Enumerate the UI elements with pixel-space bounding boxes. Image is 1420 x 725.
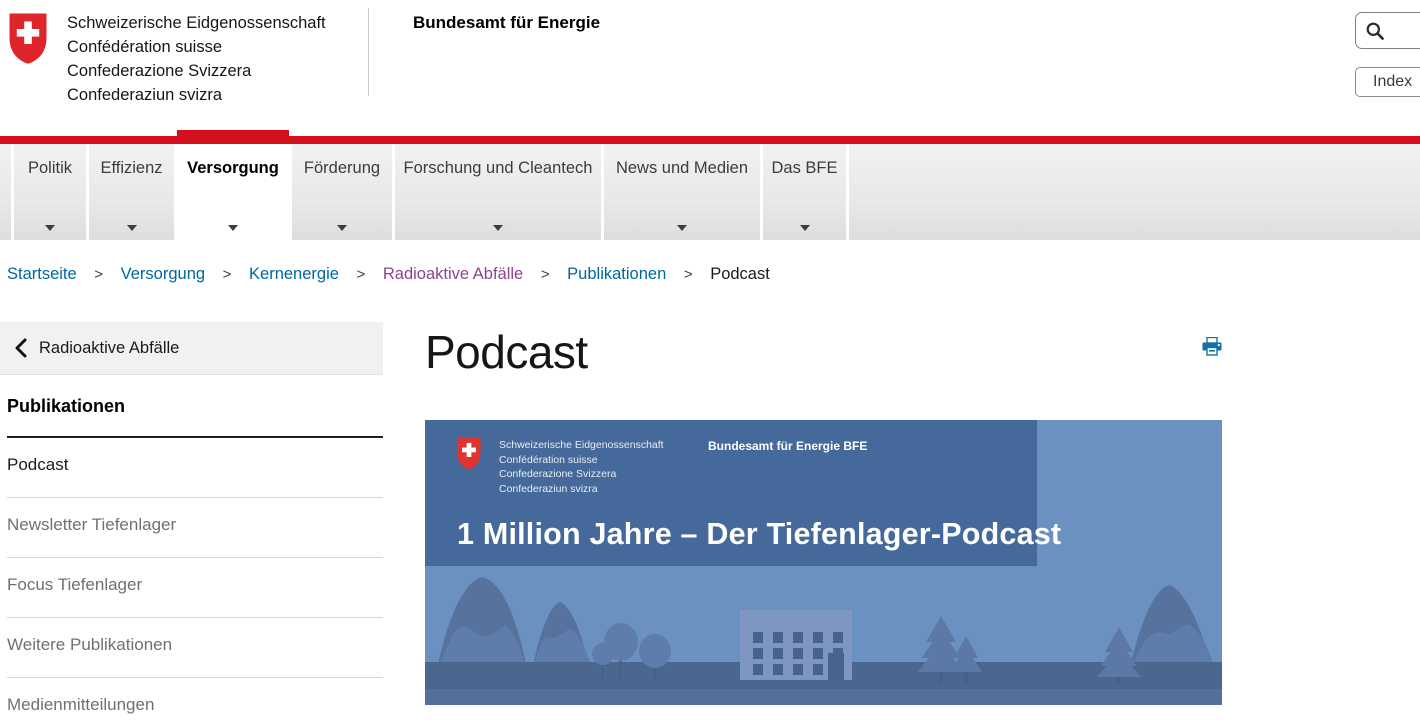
tab-forschung-und-cleantech[interactable]: Forschung und Cleantech xyxy=(395,144,601,240)
breadcrumb-separator: > xyxy=(357,266,366,283)
tab-politik[interactable]: Politik xyxy=(14,144,86,240)
banner-language-line: Schweizerische Eidgenossenschaft xyxy=(499,438,664,453)
tab-foerderung[interactable]: Förderung xyxy=(292,144,392,240)
site-title: Bundesamt für Energie xyxy=(413,13,600,33)
nav-edge xyxy=(0,144,11,240)
banner-office-name: Bundesamt für Energie BFE xyxy=(708,439,867,453)
sidebar-section-title: Publikationen xyxy=(7,396,383,438)
sidebar-item-weitere-publikationen[interactable]: Weitere Publikationen xyxy=(7,618,383,678)
print-icon[interactable] xyxy=(1202,337,1222,356)
tab-effizienz[interactable]: Effizienz xyxy=(89,144,174,240)
sidebar-item-newsletter-tiefenlager[interactable]: Newsletter Tiefenlager xyxy=(7,498,383,558)
federal-language-line: Confederazione Svizzera xyxy=(67,59,326,83)
chevron-down-icon xyxy=(493,225,503,231)
chevron-down-icon xyxy=(45,225,55,231)
banner-language-line: Confédération suisse xyxy=(499,453,664,468)
breadcrumb-separator: > xyxy=(94,266,103,283)
federal-languages: Schweizerische Eidgenossenschaft Confédé… xyxy=(67,11,326,107)
breadcrumb-separator: > xyxy=(223,266,232,283)
sidebar-back-link[interactable]: Radioaktive Abfälle xyxy=(0,322,383,375)
federal-language-line: Confédération suisse xyxy=(67,35,326,59)
sidebar-back-label: Radioaktive Abfälle xyxy=(39,339,179,358)
breadcrumb-separator: > xyxy=(541,266,550,283)
index-button[interactable]: Index xyxy=(1355,67,1420,97)
banner-federal-brand: Schweizerische Eidgenossenschaft Confédé… xyxy=(456,437,664,496)
breadcrumb-publikationen[interactable]: Publikationen xyxy=(567,265,666,283)
podcast-banner[interactable]: Schweizerische Eidgenossenschaft Confédé… xyxy=(425,420,1222,705)
page: Schweizerische Eidgenossenschaft Confédé… xyxy=(0,0,1420,725)
swiss-coat-of-arms-small xyxy=(456,437,482,470)
main-nav: Politik Effizienz Versorgung Förderung F… xyxy=(0,144,1420,240)
search-icon xyxy=(1365,21,1385,41)
federal-language-line: Schweizerische Eidgenossenschaft xyxy=(67,11,326,35)
chevron-left-icon xyxy=(14,338,27,358)
banner-language-line: Confederazione Svizzera xyxy=(499,467,664,482)
sidebar-item-focus-tiefenlager[interactable]: Focus Tiefenlager xyxy=(7,558,383,618)
banner-language-line: Confederaziun svizra xyxy=(499,482,664,497)
content: Radioaktive Abfälle Publikationen Podcas… xyxy=(0,322,1420,725)
header-divider xyxy=(368,8,369,96)
chevron-down-icon xyxy=(127,225,137,231)
tab-news-und-medien[interactable]: News und Medien xyxy=(604,144,760,240)
sidebar-item-medienmitteilungen[interactable]: Medienmitteilungen xyxy=(7,678,383,725)
breadcrumb-separator: > xyxy=(684,266,693,283)
page-title: Podcast xyxy=(425,328,1222,376)
chevron-down-icon xyxy=(677,225,687,231)
swiss-coat-of-arms xyxy=(8,12,48,70)
search-box[interactable] xyxy=(1355,12,1420,49)
breadcrumb-startseite[interactable]: Startseite xyxy=(7,265,77,283)
chevron-down-icon xyxy=(337,225,347,231)
site-header: Schweizerische Eidgenossenschaft Confédé… xyxy=(0,0,1420,136)
chevron-down-icon xyxy=(228,225,238,231)
federal-language-line: Confederaziun svizra xyxy=(67,83,326,107)
main-content: Podcast xyxy=(425,322,1222,725)
breadcrumb: Startseite > Versorgung > Kernenergie > … xyxy=(0,240,1420,284)
breadcrumb-current-podcast: Podcast xyxy=(710,265,770,283)
nav-filler xyxy=(849,144,1420,240)
breadcrumb-radioaktive-abfaelle[interactable]: Radioaktive Abfälle xyxy=(383,265,523,283)
banner-title: 1 Million Jahre – Der Tiefenlager-Podcas… xyxy=(457,517,1061,552)
sidebar: Radioaktive Abfälle Publikationen Podcas… xyxy=(0,322,383,725)
breadcrumb-kernenergie[interactable]: Kernenergie xyxy=(249,265,339,283)
breadcrumb-versorgung[interactable]: Versorgung xyxy=(121,265,205,283)
sidebar-list: Podcast Newsletter Tiefenlager Focus Tie… xyxy=(7,438,383,725)
tab-versorgung[interactable]: Versorgung xyxy=(177,144,289,240)
chevron-down-icon xyxy=(800,225,810,231)
tab-das-bfe[interactable]: Das BFE xyxy=(763,144,846,240)
banner-federal-languages: Schweizerische Eidgenossenschaft Confédé… xyxy=(499,438,664,496)
sidebar-item-podcast[interactable]: Podcast xyxy=(7,438,383,498)
search-input[interactable] xyxy=(1391,22,1420,39)
